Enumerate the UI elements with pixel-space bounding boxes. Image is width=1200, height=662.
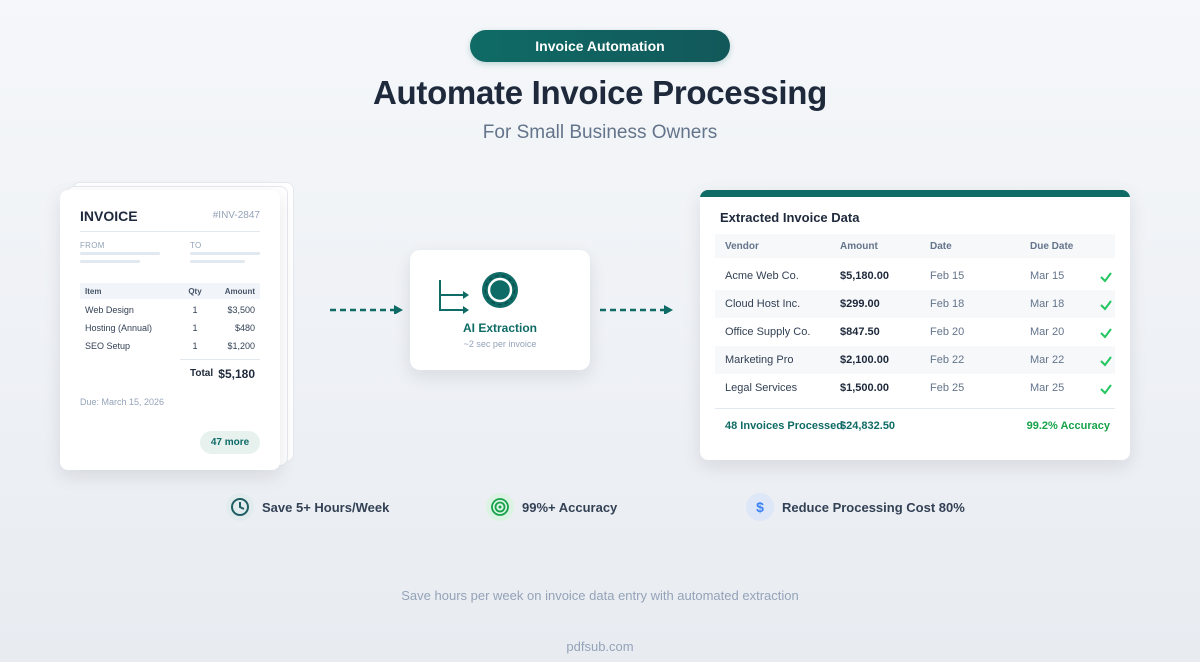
total-value: $5,180	[218, 367, 255, 381]
footer-brand-link[interactable]: pdfsub.com	[0, 639, 1200, 654]
extracted-table-header: Vendor Amount Date Due Date	[715, 234, 1115, 258]
target-icon	[486, 493, 514, 521]
invoice-header: INVOICE #INV-2847	[80, 208, 260, 232]
column-item: Item	[85, 287, 102, 296]
total-label: Total	[190, 368, 214, 379]
table-row[interactable]: Office Supply Co. $847.50 Feb 20 Mar 20	[715, 318, 1115, 346]
column-qty: Qty	[188, 287, 202, 296]
invoice-title: INVOICE	[80, 208, 138, 224]
extracted-data-card: Extracted Invoice Data Vendor Amount Dat…	[700, 190, 1130, 460]
total-divider	[180, 359, 260, 360]
date-cell: Feb 22	[930, 354, 965, 366]
invoice-item-row: Web Design 1 $3,500	[80, 301, 260, 317]
clock-icon	[226, 493, 254, 521]
invoice-item-row: SEO Setup 1 $1,200	[80, 337, 260, 353]
invoice-card: INVOICE #INV-2847 FROM TO Item Qty Amoun…	[60, 190, 280, 470]
item-name: SEO Setup	[85, 341, 131, 351]
ai-extraction-subtitle: ~2 sec per invoice	[463, 339, 537, 349]
extracted-data-title: Extracted Invoice Data	[720, 210, 860, 225]
item-amount: $1,200	[227, 341, 255, 351]
amount-cell: $299.00	[840, 298, 880, 310]
category-badge: Invoice Automation	[470, 30, 730, 62]
due-date-cell: Mar 18	[1030, 298, 1065, 310]
item-qty: 1	[192, 305, 198, 315]
date-cell: Feb 25	[930, 382, 965, 394]
vendor-cell: Legal Services	[725, 382, 798, 394]
summary-divider	[715, 408, 1115, 409]
flow-arrow-icon	[600, 305, 673, 314]
check-icon	[1100, 272, 1112, 283]
item-amount: $480	[234, 323, 255, 333]
table-row[interactable]: Marketing Pro $2,100.00 Feb 22 Mar 22	[715, 346, 1115, 374]
to-label: TO	[190, 241, 202, 250]
dollar-icon: $	[746, 493, 774, 521]
amount-cell: $5,180.00	[840, 270, 889, 282]
footer-note: Save hours per week on invoice data entr…	[401, 588, 799, 603]
date-cell: Feb 18	[930, 298, 965, 310]
table-row[interactable]: Legal Services $1,500.00 Feb 25 Mar 25	[715, 374, 1115, 402]
benefit-save-hours: Save 5+ Hours/Week	[226, 492, 389, 522]
invoice-item-row: Hosting (Annual) 1 $480	[80, 319, 260, 335]
benefit-reduce-cost: $ Reduce Processing Cost 80%	[746, 492, 965, 522]
accuracy-summary: 99.2% Accuracy	[1026, 420, 1110, 432]
amount-cell: $2,100.00	[840, 354, 889, 366]
from-label: FROM	[80, 241, 105, 250]
benefit-label: Reduce Processing Cost 80%	[782, 499, 965, 515]
due-date: Due: March 15, 2026	[80, 397, 165, 407]
flow-arrow-icon	[330, 305, 403, 314]
from-line-2	[80, 260, 140, 263]
due-date-cell: Mar 22	[1030, 354, 1065, 366]
ai-extraction-card: AI Extraction ~2 sec per invoice	[410, 250, 590, 370]
page-subtitle: For Small Business Owners	[482, 122, 718, 143]
benefit-accuracy: 99%+ Accuracy	[486, 492, 617, 522]
to-line-1	[190, 252, 260, 255]
item-qty: 1	[192, 323, 198, 333]
item-qty: 1	[192, 341, 198, 351]
benefit-label: Save 5+ Hours/Week	[262, 499, 390, 515]
benefit-label: 99%+ Accuracy	[522, 499, 618, 515]
table-row[interactable]: Cloud Host Inc. $299.00 Feb 18 Mar 18	[715, 290, 1115, 318]
invoices-processed-total: $24,832.50	[840, 420, 896, 432]
amount-cell: $1,500.00	[840, 382, 889, 394]
item-amount: $3,500	[227, 305, 255, 315]
from-line-1	[80, 252, 160, 255]
column-due-date: Due Date	[1030, 241, 1074, 252]
to-line-2	[190, 260, 245, 263]
item-name: Web Design	[85, 305, 134, 315]
amount-cell: $847.50	[840, 326, 880, 338]
check-icon	[1100, 384, 1112, 395]
date-cell: Feb 20	[930, 326, 965, 338]
extraction-branch-icon	[439, 280, 469, 314]
vendor-cell: Acme Web Co.	[725, 270, 799, 282]
invoice-number: #INV-2847	[212, 210, 260, 221]
vendor-cell: Office Supply Co.	[725, 326, 811, 338]
category-badge-label: Invoice Automation	[535, 38, 665, 54]
column-amount: Amount	[224, 287, 255, 296]
ai-chip-icon	[482, 272, 518, 308]
invoices-processed-count: 48 Invoices Processed	[725, 420, 844, 432]
column-vendor: Vendor	[725, 241, 759, 252]
due-date-cell: Mar 25	[1030, 382, 1065, 394]
vendor-cell: Marketing Pro	[725, 354, 794, 366]
check-icon	[1100, 300, 1112, 311]
invoice-items-header: Item Qty Amount	[80, 283, 260, 299]
more-invoices-badge[interactable]: 47 more	[200, 431, 260, 454]
table-row[interactable]: Acme Web Co. $5,180.00 Feb 15 Mar 15	[715, 262, 1115, 290]
due-date-cell: Mar 15	[1030, 270, 1065, 282]
due-date-cell: Mar 20	[1030, 326, 1065, 338]
check-icon	[1100, 356, 1112, 367]
item-name: Hosting (Annual)	[85, 323, 153, 333]
ai-extraction-title: AI Extraction	[462, 321, 537, 335]
date-cell: Feb 15	[930, 270, 965, 282]
vendor-cell: Cloud Host Inc.	[725, 298, 801, 310]
page-title: Automate Invoice Processing	[372, 74, 828, 111]
card-accent-bar	[700, 190, 1130, 197]
column-date: Date	[930, 241, 952, 252]
check-icon	[1100, 328, 1112, 339]
more-invoices-label: 47 more	[210, 437, 250, 448]
column-amount: Amount	[840, 241, 878, 252]
